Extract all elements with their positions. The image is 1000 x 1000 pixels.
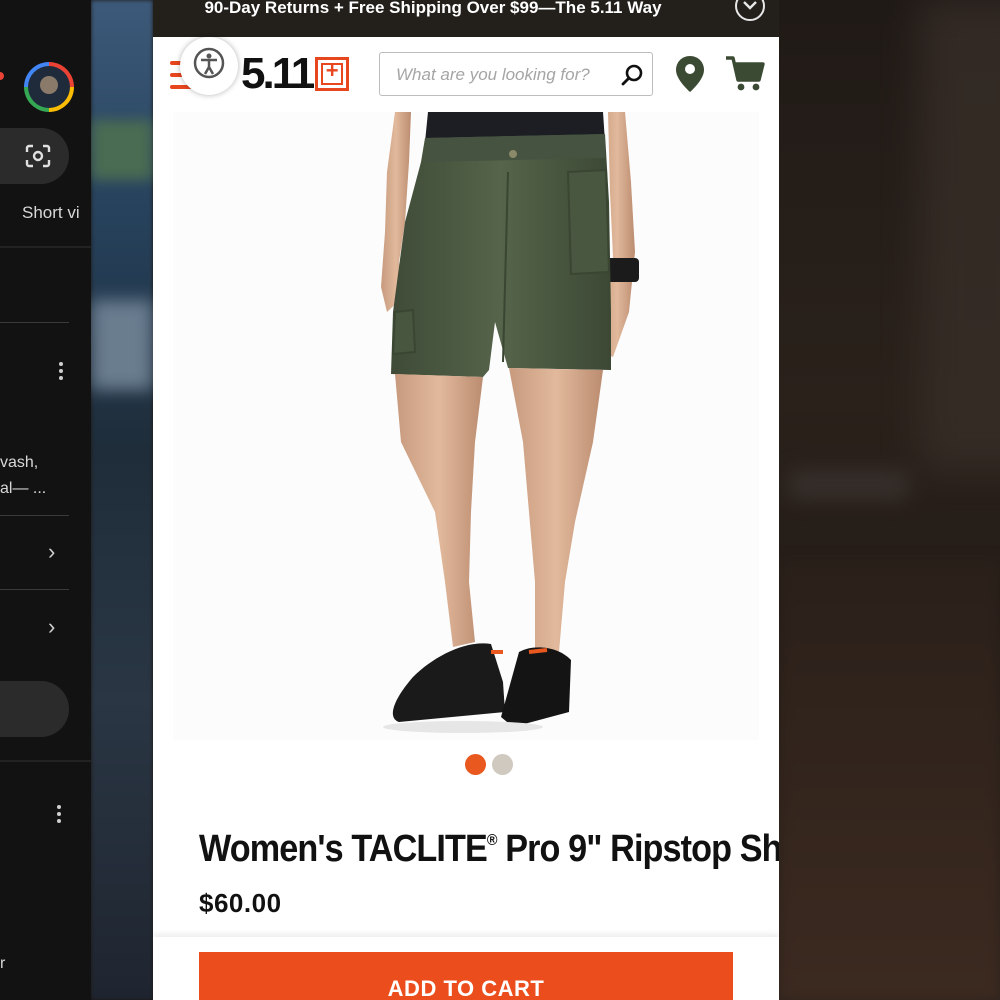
product-title-text: Women's TACLITE — [199, 828, 488, 870]
more-options-icon[interactable] — [57, 805, 61, 823]
divider — [0, 589, 69, 590]
avatar[interactable] — [24, 62, 74, 112]
divider — [0, 760, 91, 762]
carousel-dot[interactable] — [492, 754, 513, 775]
side-app-panel: Short vi vash, al— ... › › r — [0, 0, 91, 1000]
snippet-text: al— ... — [0, 480, 47, 497]
chevron-right-icon[interactable]: › — [48, 616, 55, 638]
divider — [0, 322, 69, 323]
accessibility-icon — [193, 47, 225, 79]
cart-icon[interactable] — [725, 55, 765, 93]
logo-text: 5.11 — [241, 49, 315, 98]
product-title: Women's TACLITE® Pro 9" Ripstop Short — [199, 828, 779, 871]
brand-logo[interactable]: 5.11 — [241, 49, 350, 98]
chevron-down-icon[interactable] — [735, 0, 765, 21]
product-image[interactable] — [173, 112, 759, 740]
snippet-text: r — [0, 955, 6, 972]
product-photo — [381, 112, 639, 733]
divider — [0, 246, 91, 248]
search-input[interactable] — [394, 59, 618, 91]
add-to-cart-button[interactable]: ADD TO CART — [199, 952, 733, 1000]
chevron-right-icon[interactable]: › — [48, 541, 55, 563]
product-page: 90-Day Returns + Free Shipping Over $99—… — [153, 0, 779, 1000]
product-price: $60.00 — [199, 888, 282, 918]
search-box[interactable] — [379, 52, 653, 96]
notification-dot — [0, 72, 4, 80]
lens-icon — [25, 144, 51, 168]
location-pin-icon[interactable] — [674, 55, 706, 93]
search-icon[interactable] — [620, 63, 644, 87]
product-title-text: Pro 9" Ripstop Short — [505, 828, 779, 870]
snippet-text: vash, — [0, 454, 39, 471]
panel-button[interactable] — [0, 681, 69, 737]
site-header: 5.11 — [153, 37, 779, 112]
logo-plus-icon — [315, 57, 350, 91]
divider — [0, 515, 69, 516]
blurred-background-left — [91, 0, 153, 1000]
blurred-background-right — [779, 0, 1000, 1000]
carousel-dot-active[interactable] — [465, 754, 486, 775]
lens-button[interactable] — [0, 128, 69, 184]
short-videos-label[interactable]: Short vi — [22, 203, 80, 223]
more-options-icon[interactable] — [59, 362, 63, 380]
accessibility-button[interactable] — [180, 37, 238, 95]
registered-mark: ® — [486, 832, 498, 849]
sticky-add-to-cart-bar: ADD TO CART — [153, 937, 779, 1000]
image-carousel-indicators — [465, 754, 513, 775]
promo-text: 90-Day Returns + Free Shipping Over $99—… — [204, 0, 662, 17]
promo-banner[interactable]: 90-Day Returns + Free Shipping Over $99—… — [153, 0, 779, 37]
